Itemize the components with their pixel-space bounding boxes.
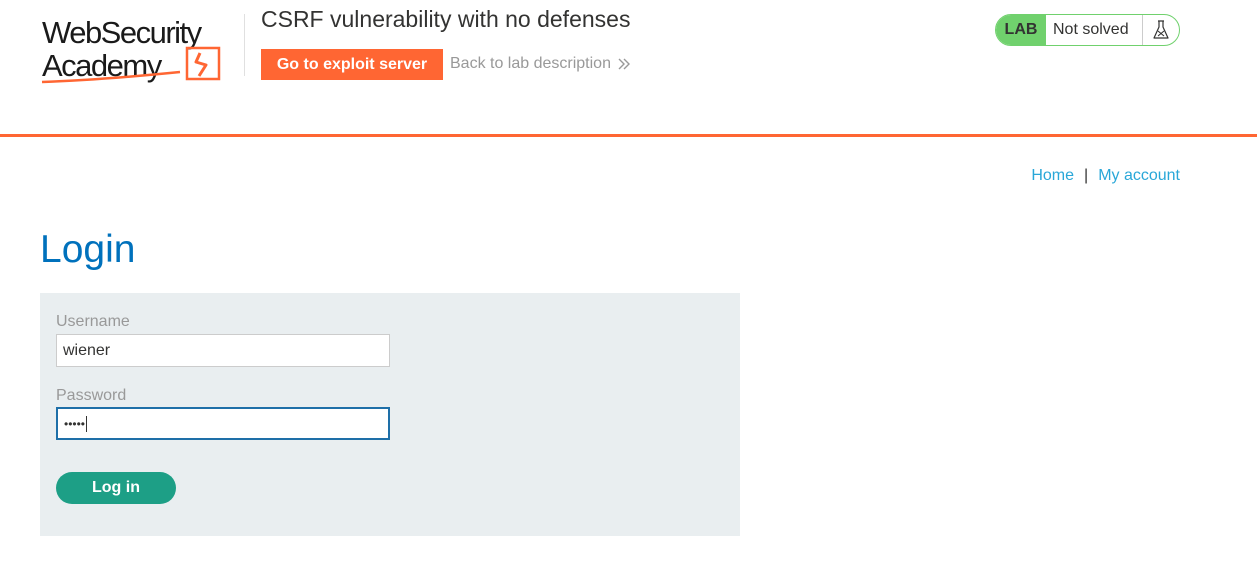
back-link-label: Back to lab description bbox=[450, 55, 611, 72]
logo-text-line1: WebSecurity bbox=[42, 15, 203, 50]
log-in-button[interactable]: Log in bbox=[56, 472, 176, 504]
go-to-exploit-server-button[interactable]: Go to exploit server bbox=[261, 49, 443, 80]
nav-home-link[interactable]: Home bbox=[1031, 167, 1074, 185]
top-navigation: Home | My account bbox=[1031, 167, 1180, 185]
password-masked-value: ••••• bbox=[64, 416, 86, 431]
password-input[interactable]: ••••• bbox=[56, 407, 390, 440]
flask-icon bbox=[1142, 15, 1179, 45]
nav-separator: | bbox=[1084, 167, 1089, 184]
password-label: Password bbox=[56, 387, 127, 404]
text-caret bbox=[86, 415, 88, 432]
logo-bolt-icon bbox=[194, 52, 208, 77]
login-form: Username wiener Password ••••• Log in bbox=[40, 293, 740, 536]
logo-divider bbox=[244, 14, 245, 76]
lab-status-widget: LAB Not solved bbox=[995, 14, 1180, 46]
back-to-lab-description-link[interactable]: Back to lab description bbox=[450, 55, 631, 73]
double-chevron-right-icon bbox=[618, 58, 630, 70]
username-input[interactable]: wiener bbox=[56, 334, 390, 367]
lab-status-text: Not solved bbox=[1053, 21, 1129, 38]
username-value: wiener bbox=[63, 341, 111, 359]
username-label: Username bbox=[56, 313, 130, 330]
logo-graphic: WebSecurity Academy bbox=[41, 15, 221, 84]
web-security-academy-logo[interactable]: WebSecurity Academy bbox=[40, 10, 245, 88]
page-title: Login bbox=[40, 228, 136, 271]
lab-badge: LAB bbox=[996, 15, 1046, 45]
lab-header: WebSecurity Academy CSRF vulnerability w… bbox=[0, 0, 1257, 137]
lab-title: CSRF vulnerability with no defenses bbox=[261, 6, 631, 32]
nav-my-account-link[interactable]: My account bbox=[1098, 167, 1180, 185]
